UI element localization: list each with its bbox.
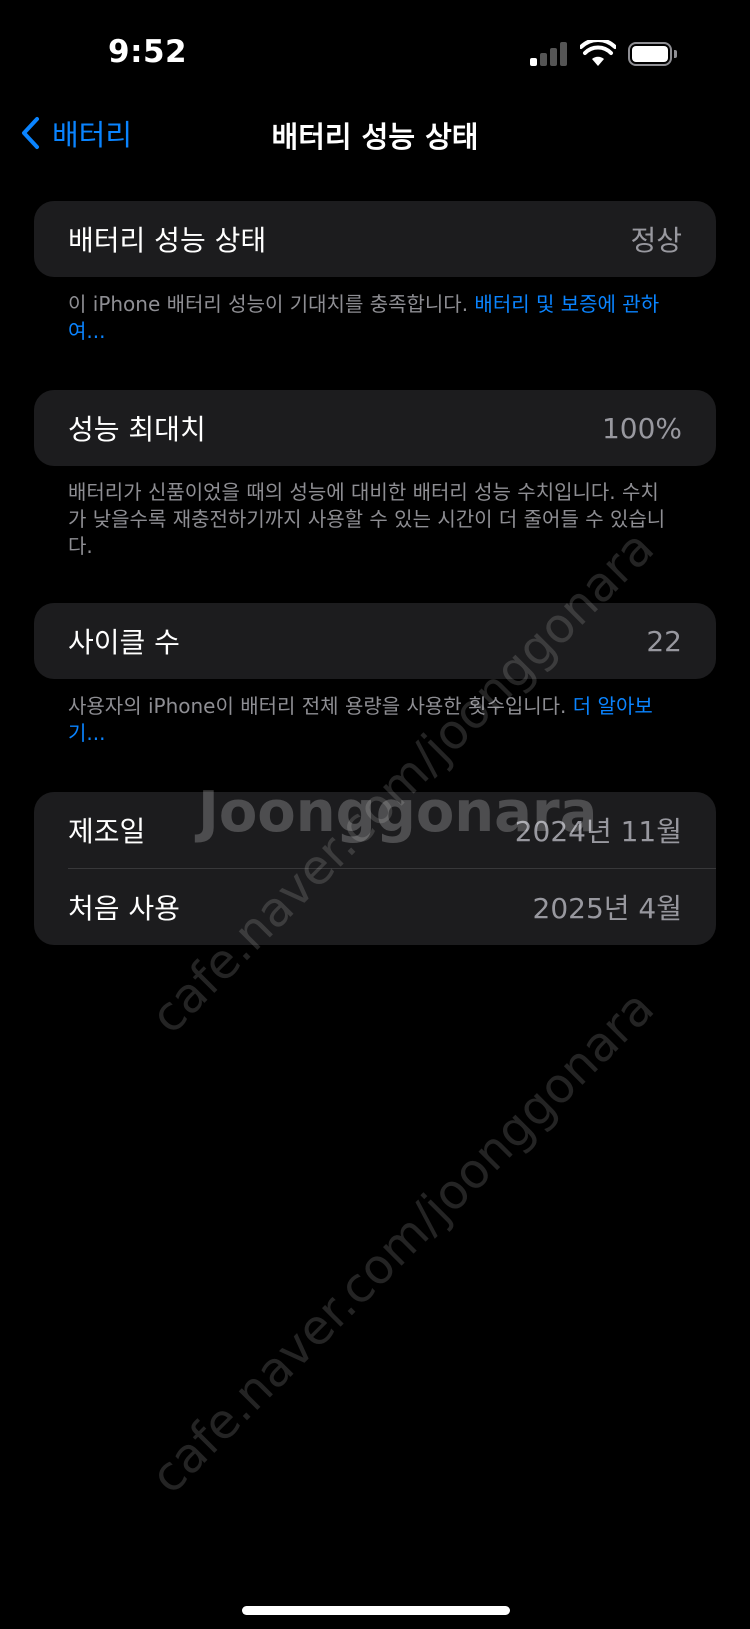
wifi-icon	[580, 40, 616, 66]
cycle-count-card: 사이클 수 22	[34, 603, 716, 679]
manufacture-date-label: 제조일	[68, 815, 146, 848]
watermark-url: cafe.naver.com/joonggonara	[140, 979, 665, 1505]
manufacture-date-row: 제조일 2024년 11월	[34, 792, 716, 868]
first-use-label: 처음 사용	[68, 892, 180, 925]
manufacture-date-value: 2024년 11월	[514, 815, 682, 848]
cellular-signal-icon	[530, 42, 570, 66]
battery-health-value: 정상	[630, 224, 682, 257]
cycle-count-note-text: 사용자의 iPhone이 배터리 전체 용량을 사용한 횟수입니다.	[68, 694, 573, 718]
maximum-capacity-note: 배터리가 신품이었을 때의 성능에 대비한 배터리 성능 수치입니다. 수치가 …	[68, 480, 666, 558]
battery-health-card: 배터리 성능 상태 정상	[34, 201, 716, 277]
maximum-capacity-card: 성능 최대치 100%	[34, 390, 716, 466]
battery-icon	[628, 42, 678, 66]
cycle-count-label: 사이클 수	[68, 626, 180, 659]
cycle-count-value: 22	[646, 624, 682, 658]
home-indicator[interactable]	[242, 1606, 510, 1615]
page-title: 배터리 성능 상태	[271, 120, 479, 154]
battery-health-label: 배터리 성능 상태	[68, 224, 267, 257]
status-time: 9:52	[108, 34, 188, 70]
maximum-capacity-value: 100%	[601, 411, 682, 445]
maximum-capacity-label: 성능 최대치	[68, 413, 206, 446]
first-use-row: 처음 사용 2025년 4월	[34, 869, 716, 945]
watermark-url: cafe.naver.com/joonggonara	[140, 519, 665, 1045]
status-bar: 9:52	[0, 0, 750, 100]
dates-card: 제조일 2024년 11월 처음 사용 2025년 4월	[34, 792, 716, 945]
navigation-bar: 배터리 배터리 성능 상태	[0, 100, 750, 164]
battery-health-row: 배터리 성능 상태 정상	[34, 201, 716, 277]
battery-health-note: 이 iPhone 배터리 성능이 기대치를 충족합니다. 배터리 및 보증에 관…	[68, 291, 668, 345]
cycle-count-note: 사용자의 iPhone이 배터리 전체 용량을 사용한 횟수입니다. 더 알아보…	[68, 693, 668, 747]
cycle-count-row: 사이클 수 22	[34, 603, 716, 679]
maximum-capacity-row: 성능 최대치 100%	[34, 390, 716, 466]
first-use-value: 2025년 4월	[532, 892, 683, 925]
battery-health-note-text: 이 iPhone 배터리 성능이 기대치를 충족합니다.	[68, 292, 475, 316]
